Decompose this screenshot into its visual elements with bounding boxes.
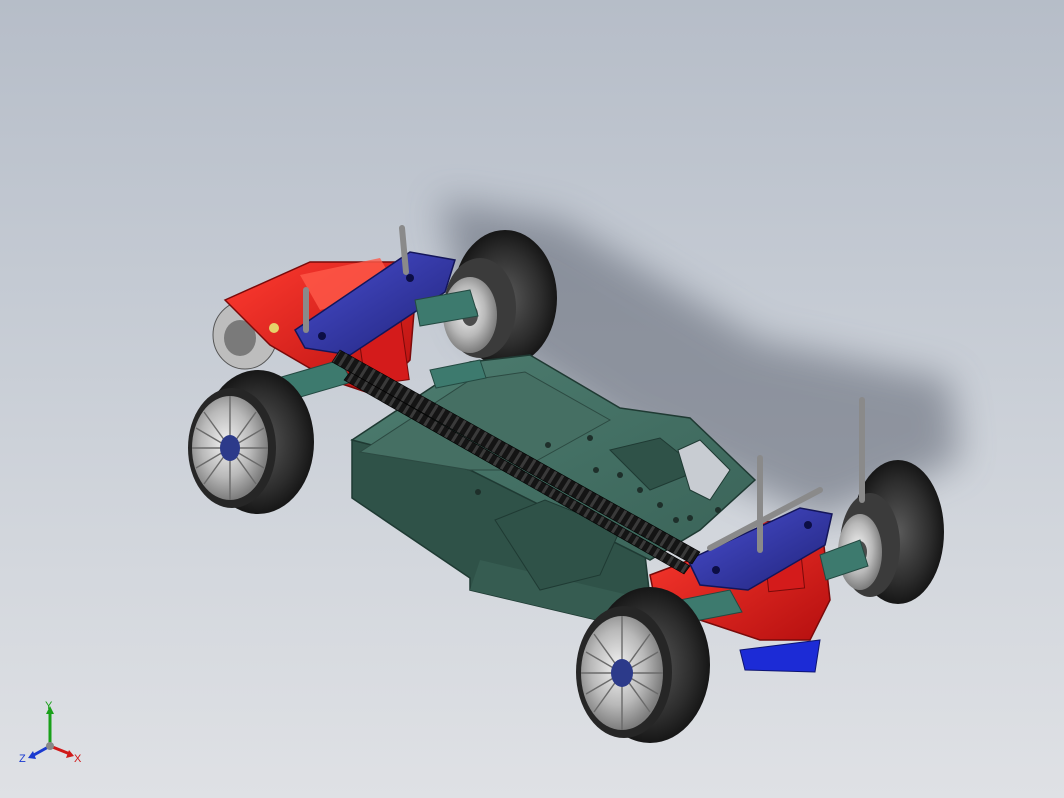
z-axis-label: Z — [19, 753, 26, 765]
triad-origin — [46, 742, 54, 750]
car-chassis-model[interactable] — [0, 0, 1064, 798]
y-axis-label: Y — [45, 700, 53, 712]
x-axis-label: X — [74, 753, 82, 765]
graphics-viewport[interactable]: Y X Z — [0, 0, 1064, 798]
wheel-rear-left[interactable] — [188, 370, 314, 514]
orientation-triad[interactable]: Y X Z — [14, 700, 94, 780]
